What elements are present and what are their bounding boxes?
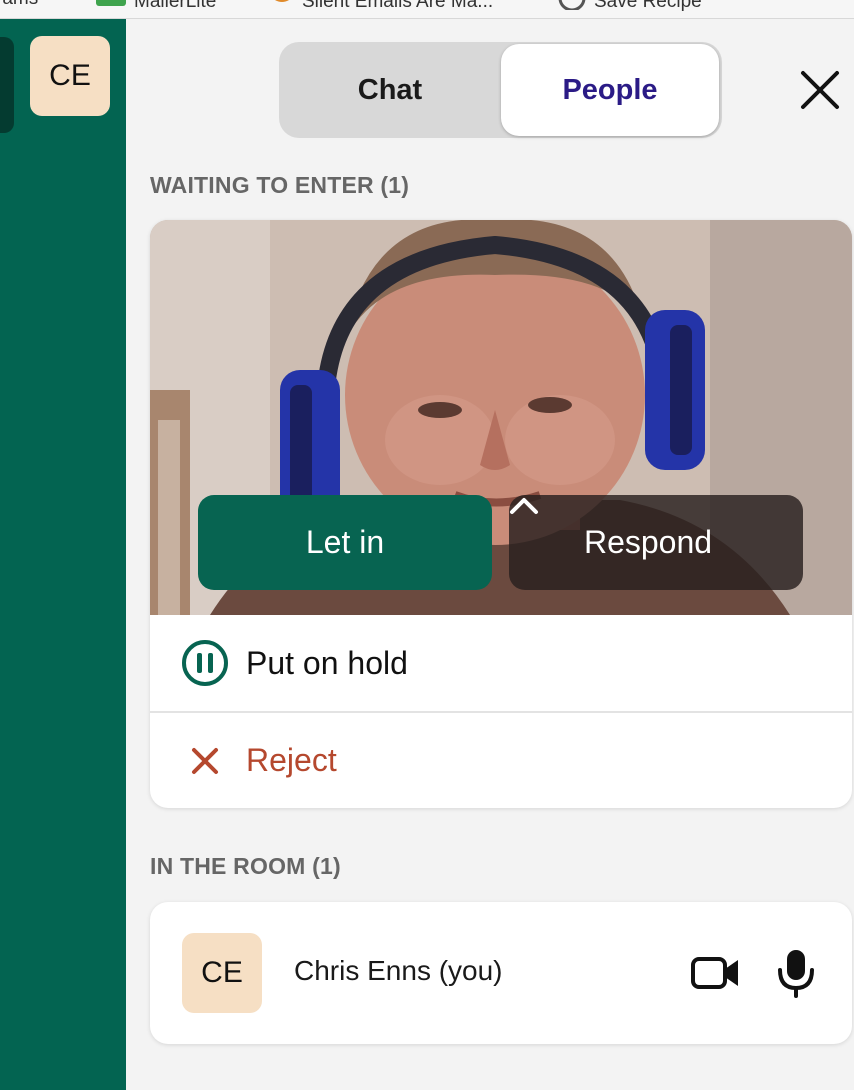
bookmark-item[interactable]: Save Recipe [558, 0, 702, 16]
sidebar-active-indicator [0, 37, 14, 133]
in-room-heading: IN THE ROOM (1) [150, 853, 341, 879]
close-icon [801, 71, 839, 109]
waiting-heading: WAITING TO ENTER (1) [150, 172, 410, 198]
microphone-icon[interactable] [776, 948, 816, 998]
bookmark-item[interactable]: rams [0, 0, 38, 10]
bookmark-label: Silent Emails Are Ma... [302, 0, 494, 13]
let-in-label: Let in [305, 524, 385, 560]
close-button[interactable] [798, 68, 842, 112]
participant-row: CE Chris Enns (you) [150, 902, 852, 1044]
let-in-button[interactable]: Let in [198, 495, 492, 590]
respond-label: Respond [583, 524, 713, 560]
globe-icon [558, 0, 586, 16]
bookmark-label: MailerLite [134, 0, 217, 13]
put-on-hold-label: Put on hold [246, 644, 408, 681]
tab-switcher: Chat People [279, 42, 722, 138]
waiting-card: Let in Respond Put on hold Reject [150, 220, 852, 808]
tab-chat[interactable]: Chat [281, 44, 499, 136]
bookmark-label: Save Recipe [594, 0, 702, 13]
bookmark-label: rams [0, 0, 38, 9]
close-icon [181, 737, 229, 785]
put-on-hold-button[interactable]: Put on hold [150, 615, 852, 713]
avatar-initials: CE [49, 59, 91, 92]
respond-button[interactable]: Respond [509, 495, 803, 590]
participant-video: Let in Respond [150, 220, 852, 615]
avatar-initials: CE [201, 956, 243, 989]
tab-chat-label: Chat [357, 73, 423, 106]
sidebar: CE [0, 19, 126, 1090]
reject-label: Reject [246, 742, 337, 778]
pause-circle-icon [181, 639, 229, 687]
bookmarks-bar: rams MailerLite Silent Emails Are Ma... … [0, 0, 854, 19]
bookmark-item[interactable]: MailerLite [96, 0, 216, 16]
tab-people[interactable]: People [501, 44, 719, 136]
tab-people-label: People [562, 73, 658, 106]
reject-button[interactable]: Reject [150, 713, 852, 808]
avatar: CE [182, 933, 262, 1013]
participant-name: Chris Enns (you) [294, 955, 503, 986]
chat-bubble-icon [96, 0, 126, 16]
avatar[interactable]: CE [30, 36, 110, 116]
croissant-icon [270, 0, 294, 16]
bookmark-item[interactable]: Silent Emails Are Ma... [270, 0, 493, 16]
camera-icon[interactable] [690, 951, 742, 995]
